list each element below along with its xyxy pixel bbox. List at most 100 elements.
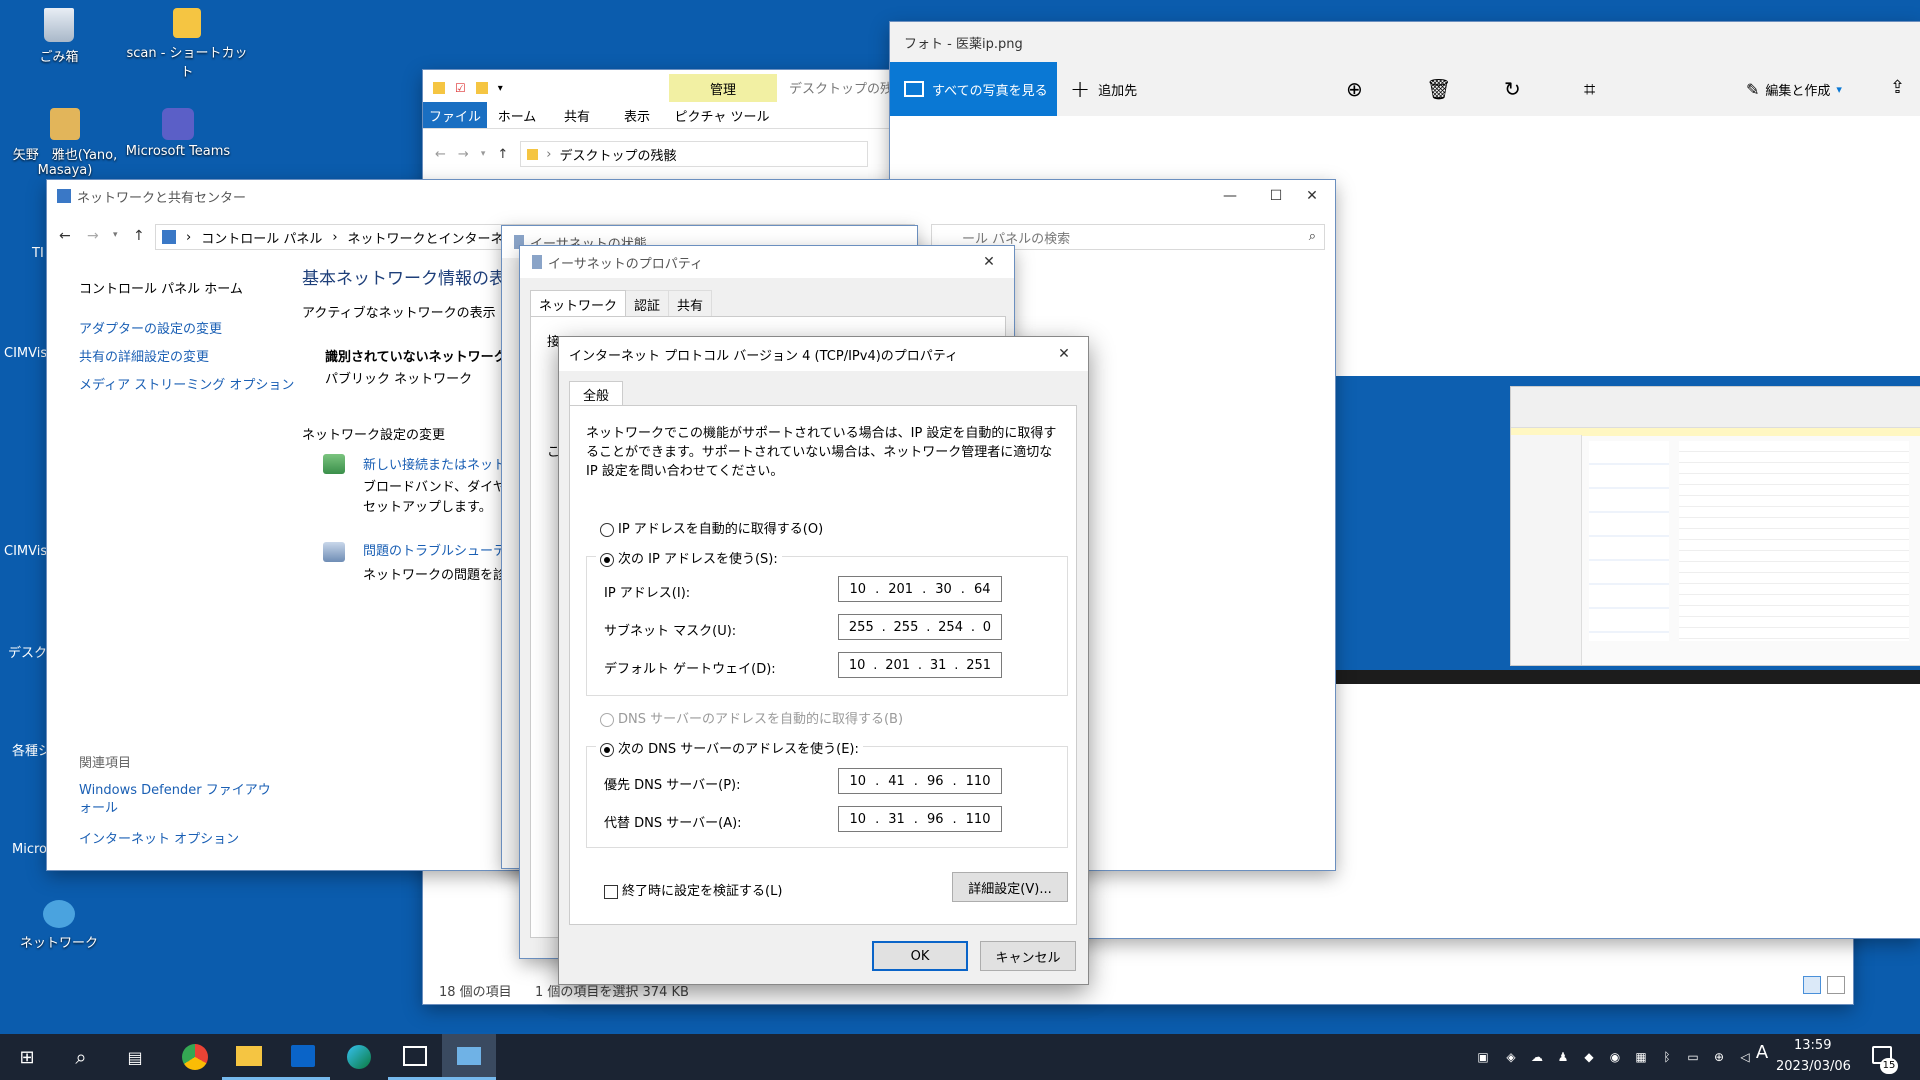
ribbon-tab-home[interactable]: ホーム bbox=[487, 106, 547, 125]
clock-date[interactable]: 2023/03/06 bbox=[1776, 1059, 1851, 1074]
search-icon[interactable]: ⌕ bbox=[54, 1034, 108, 1080]
mask-octet: 0 bbox=[982, 619, 992, 635]
chevron-down-icon[interactable]: ▾ bbox=[113, 230, 118, 240]
forward-arrow-icon[interactable]: → bbox=[87, 228, 99, 244]
subnet-mask-field[interactable]: 255. 255. 254. 0 bbox=[838, 614, 1002, 640]
advanced-button[interactable]: 詳細設定(V)... bbox=[952, 872, 1068, 902]
preferred-dns-field[interactable]: 10. 41. 96. 110 bbox=[838, 768, 1002, 794]
tray-globe-icon[interactable]: ⊕ bbox=[1710, 1048, 1728, 1066]
tab-general[interactable]: 全般 bbox=[569, 381, 623, 406]
ribbon-tab-share[interactable]: 共有 bbox=[547, 106, 607, 125]
mask-octet: 254 bbox=[938, 619, 963, 635]
up-arrow-icon[interactable]: ↑ bbox=[497, 147, 508, 162]
rotate-icon[interactable]: ↻ bbox=[1504, 77, 1521, 101]
minimize-button[interactable]: — bbox=[1207, 180, 1253, 212]
nc-related-internet-options[interactable]: インターネット オプション bbox=[79, 828, 239, 847]
nc-new-connection-link[interactable]: 新しい接続またはネットワ bbox=[363, 454, 519, 473]
ok-button[interactable]: OK bbox=[872, 941, 968, 971]
tray-battery-icon[interactable]: ▭ bbox=[1684, 1048, 1702, 1066]
all-photos-label: すべての写真を見る bbox=[932, 83, 1048, 99]
radio-auto-ip[interactable] bbox=[600, 522, 614, 537]
validate-option[interactable]: 終了時に設定を検証する(L) bbox=[604, 880, 782, 899]
chevron-down-icon[interactable]: ▾ bbox=[481, 149, 486, 159]
task-view-icon[interactable]: ▤ bbox=[108, 1034, 162, 1080]
nc-side-link-adapter[interactable]: アダプターの設定の変更 bbox=[79, 318, 222, 337]
tray-wifi-icon[interactable]: ◉ bbox=[1606, 1048, 1624, 1066]
ribbon-tab-file[interactable]: ファイル bbox=[423, 102, 487, 128]
ribbon-manage-tab[interactable]: 管理 bbox=[669, 74, 777, 102]
desktop-icon-teams[interactable]: Microsoft Teams bbox=[118, 108, 238, 159]
back-arrow-icon[interactable]: ← bbox=[59, 228, 71, 244]
gateway-octet: 31 bbox=[929, 657, 947, 673]
tray-security-icon[interactable]: ◆ bbox=[1580, 1048, 1598, 1066]
partial-desktop-label: TI bbox=[32, 246, 44, 261]
close-button[interactable]: ✕ bbox=[1289, 180, 1335, 212]
tray-people-icon[interactable]: ♟ bbox=[1554, 1048, 1572, 1066]
alternate-dns-field[interactable]: 10. 31. 96. 110 bbox=[838, 806, 1002, 832]
close-button[interactable]: ✕ bbox=[1041, 337, 1087, 371]
ribbon-tab-view[interactable]: 表示 bbox=[607, 106, 667, 125]
trash-icon[interactable]: 🗑 bbox=[1426, 77, 1451, 101]
outlook-icon[interactable] bbox=[276, 1034, 330, 1080]
nc-related-firewall[interactable]: Windows Defender ファイアウォール bbox=[79, 782, 279, 818]
preferred-dns-label: 優先 DNS サーバー(P): bbox=[604, 778, 741, 793]
validate-checkbox[interactable] bbox=[604, 884, 618, 899]
desktop-icon-scan-shortcut[interactable]: scan - ショートカット bbox=[122, 8, 252, 80]
photos-icon[interactable] bbox=[388, 1034, 442, 1080]
clock-time[interactable]: 13:59 bbox=[1794, 1038, 1831, 1053]
add-to-button[interactable]: + 追加先 bbox=[1070, 62, 1137, 116]
explorer-path-box[interactable]: › デスクトップの残骸 bbox=[520, 141, 869, 167]
cancel-button[interactable]: キャンセル bbox=[980, 941, 1076, 971]
desktop-icon-label: ごみ箱 bbox=[39, 50, 79, 65]
tab-auth[interactable]: 認証 bbox=[626, 290, 670, 319]
tray-bluetooth-icon[interactable]: ᛒ bbox=[1658, 1048, 1676, 1066]
file-explorer-icon[interactable] bbox=[222, 1034, 276, 1080]
forward-arrow-icon[interactable]: → bbox=[458, 147, 469, 162]
desktop-icon-label: ネットワーク bbox=[19, 936, 98, 951]
desktop-icon-recycle-bin[interactable]: ごみ箱 bbox=[4, 8, 114, 65]
desktop-icon-network[interactable]: ネットワーク bbox=[4, 900, 114, 951]
gateway-field[interactable]: 10. 201. 31. 251 bbox=[838, 652, 1002, 678]
nc-side-home[interactable]: コントロール パネル ホーム bbox=[79, 278, 243, 297]
ethernet-props-title: イーサネットのプロパティ bbox=[548, 256, 703, 272]
manual-dns-option[interactable]: 次の DNS サーバーのアドレスを使う(E): bbox=[596, 738, 863, 757]
chevron-down-icon[interactable]: ▾ bbox=[498, 83, 503, 94]
start-button[interactable]: ⊞ bbox=[0, 1034, 54, 1080]
tray-teams-icon[interactable]: ◈ bbox=[1502, 1048, 1520, 1066]
nc-side-link-media[interactable]: メディア ストリーミング オプション bbox=[79, 374, 294, 393]
desktop-icon-user-folder[interactable]: 矢野 雅也(Yano, Masaya) bbox=[0, 108, 130, 178]
ip-address-field[interactable]: 10. 201. 30. 64 bbox=[838, 576, 1002, 602]
edit-create-button[interactable]: ✎ 編集と作成 ▾ bbox=[1746, 62, 1842, 116]
breadcrumb-item[interactable]: コントロール パネル bbox=[201, 228, 322, 247]
tray-onedrive-icon[interactable]: ☁ bbox=[1528, 1048, 1546, 1066]
control-panel-icon bbox=[162, 230, 176, 244]
ribbon-tab-picture-tools[interactable]: ピクチャ ツール bbox=[667, 106, 777, 125]
share-icon[interactable]: ⇪ bbox=[1890, 77, 1905, 98]
crop-icon[interactable]: ⌗ bbox=[1584, 77, 1595, 101]
radio-manual-ip[interactable] bbox=[600, 552, 614, 567]
tab-network[interactable]: ネットワーク bbox=[530, 290, 627, 319]
checkmark-icon[interactable]: ☑ bbox=[455, 81, 466, 95]
chrome-icon[interactable] bbox=[168, 1034, 222, 1080]
details-view-icon[interactable] bbox=[1803, 976, 1821, 994]
auto-ip-option[interactable]: IP アドレスを自動的に取得する(O) bbox=[600, 518, 823, 537]
up-arrow-icon[interactable]: ↑ bbox=[133, 228, 145, 244]
manual-ip-option[interactable]: 次の IP アドレスを使う(S): bbox=[596, 548, 782, 567]
tiles-view-icon[interactable] bbox=[1827, 976, 1845, 994]
nc-active-networks: アクティブなネットワークの表示 bbox=[302, 306, 496, 321]
user-folder-icon bbox=[50, 108, 80, 140]
edge-icon[interactable] bbox=[332, 1034, 386, 1080]
back-arrow-icon[interactable]: ← bbox=[435, 147, 446, 162]
zoom-icon[interactable]: ⊕ bbox=[1346, 77, 1363, 101]
ip-address-label: IP アドレス(I): bbox=[604, 586, 691, 601]
tray-app-icon[interactable]: ▦ bbox=[1632, 1048, 1650, 1066]
ipv4-properties-dialog[interactable]: インターネット プロトコル バージョン 4 (TCP/IPv4)のプロパティ ✕… bbox=[559, 337, 1088, 984]
tab-sharing[interactable]: 共有 bbox=[669, 290, 713, 319]
control-panel-taskbar-icon[interactable] bbox=[442, 1034, 496, 1080]
all-photos-button[interactable]: すべての写真を見る bbox=[890, 62, 1057, 116]
close-button[interactable]: ✕ bbox=[966, 246, 1012, 278]
tray-network-drive-icon[interactable]: ▣ bbox=[1474, 1048, 1492, 1066]
nc-side-link-sharing[interactable]: 共有の詳細設定の変更 bbox=[79, 346, 209, 365]
radio-manual-dns[interactable] bbox=[600, 742, 614, 757]
ime-indicator[interactable]: A bbox=[1750, 1044, 1774, 1062]
